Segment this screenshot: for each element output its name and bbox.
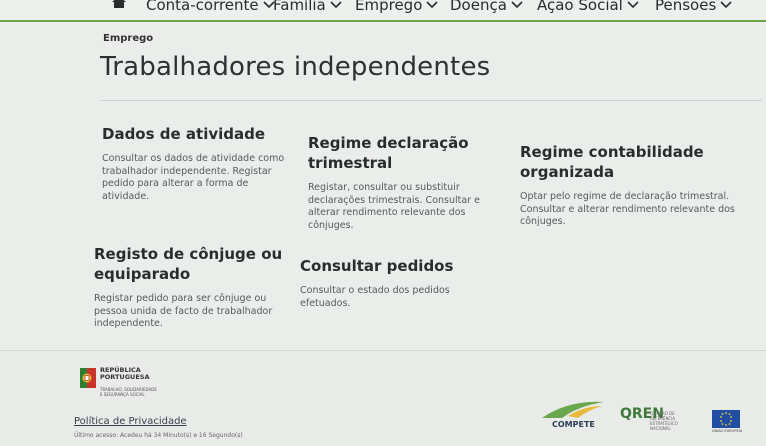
card-registo-conjuge[interactable]: Registo de cônjuge ou equiparado Regista… bbox=[94, 244, 284, 331]
nav-item-emprego[interactable]: Emprego bbox=[355, 0, 438, 16]
card-regime-declaracao-trimestral[interactable]: Regime declaração trimestral Registar, c… bbox=[308, 133, 498, 232]
breadcrumb-section[interactable]: Emprego bbox=[103, 33, 153, 44]
qren-letters: QREN bbox=[620, 406, 664, 422]
nav-item-label: Emprego bbox=[355, 0, 423, 14]
card-title[interactable]: Registo de cônjuge ou equiparado bbox=[94, 244, 284, 284]
card-description: Consultar os dados de atividade como tra… bbox=[102, 153, 285, 202]
last-access-text: Último acesso: Acedeu há 34 Minuto(s) e … bbox=[74, 432, 243, 439]
portugal-emblem-icon bbox=[80, 368, 96, 388]
eu-flag-icon bbox=[712, 410, 740, 428]
rp-ministry: TRABALHO, SOLIDARIEDADE E SEGURANÇA SOCI… bbox=[100, 387, 157, 397]
card-description: Optar pelo regime de declaração trimestr… bbox=[520, 191, 735, 227]
card-regime-contabilidade-organizada[interactable]: Regime contabilidade organizada Optar pe… bbox=[520, 142, 735, 229]
home-icon[interactable] bbox=[112, 0, 126, 8]
card-title[interactable]: Regime declaração trimestral bbox=[308, 133, 498, 173]
card-dados-atividade[interactable]: Dados de atividade Consultar os dados de… bbox=[102, 124, 297, 203]
chevron-down-icon bbox=[330, 1, 342, 9]
card-description: Registar pedido para ser cônjuge ou pess… bbox=[94, 293, 273, 329]
compete-label: COMPETE bbox=[552, 420, 595, 429]
title-divider bbox=[100, 100, 762, 101]
nav-item-acao-social[interactable]: Ação Social bbox=[537, 0, 639, 16]
chevron-down-icon bbox=[426, 1, 438, 9]
nav-item-doenca[interactable]: Doença bbox=[450, 0, 523, 16]
rp-line-2: PORTUGUESA bbox=[100, 373, 150, 381]
page-title: Trabalhadores independentes bbox=[100, 52, 491, 82]
chevron-down-icon bbox=[720, 1, 732, 9]
nav-item-conta-corrente[interactable]: Conta-corrente bbox=[146, 0, 275, 16]
chevron-down-icon bbox=[627, 1, 639, 9]
chevron-down-icon bbox=[511, 1, 523, 9]
card-consultar-pedidos[interactable]: Consultar pedidos Consultar o estado dos… bbox=[300, 256, 480, 310]
qren-description: QUADRO DE REFERÊNCIA ESTRATÉGICO NACIONA… bbox=[650, 411, 678, 431]
compete-logo: COMPETE bbox=[538, 398, 608, 432]
qren-logo: QREN QUADRO DE REFERÊNCIA ESTRATÉGICO NA… bbox=[620, 406, 700, 440]
privacy-policy-link[interactable]: Política de Privacidade bbox=[74, 416, 187, 427]
card-description: Consultar o estado dos pedidos efetuados… bbox=[300, 285, 450, 309]
republica-portuguesa-logo[interactable]: REPÚBLICA PORTUGUESA TRABALHO, SOLIDARIE… bbox=[78, 366, 168, 406]
nav-item-label: Ação Social bbox=[537, 0, 623, 14]
compete-swoosh-icon bbox=[542, 401, 604, 418]
european-union-logo: UNIÃO EUROPEIA bbox=[712, 410, 742, 434]
card-title[interactable]: Consultar pedidos bbox=[300, 256, 480, 276]
card-title[interactable]: Regime contabilidade organizada bbox=[520, 142, 735, 182]
card-title[interactable]: Dados de atividade bbox=[102, 124, 297, 144]
nav-item-label: Família bbox=[273, 0, 326, 14]
nav-item-label: Doença bbox=[450, 0, 507, 14]
top-navigation: Conta-corrente Família Emprego Doença Aç… bbox=[0, 0, 766, 22]
nav-item-label: Pensões bbox=[655, 0, 717, 14]
nav-item-familia[interactable]: Família bbox=[273, 0, 342, 16]
card-description: Registar, consultar ou substituir declar… bbox=[308, 182, 480, 231]
nav-item-pensoes[interactable]: Pensões bbox=[655, 0, 732, 16]
nav-item-label: Conta-corrente bbox=[146, 0, 259, 14]
eu-label: UNIÃO EUROPEIA bbox=[712, 429, 743, 433]
